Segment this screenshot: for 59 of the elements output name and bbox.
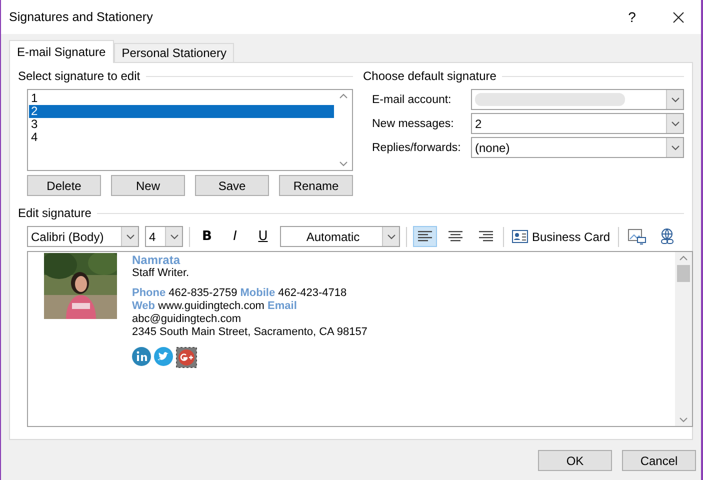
- image-screen-icon: [628, 228, 646, 244]
- dialog-button[interactable]: Rename: [279, 175, 353, 196]
- business-card-button[interactable]: Business Card: [510, 226, 612, 247]
- group-label: Edit signature: [18, 206, 92, 220]
- scroll-up-icon[interactable]: [679, 255, 688, 261]
- group-label: Select signature to edit: [18, 69, 140, 83]
- color-dropdown[interactable]: Automatic: [280, 226, 400, 247]
- format-button[interactable]: I: [224, 226, 246, 247]
- dropdown[interactable]: 2: [471, 113, 684, 134]
- signature-name: Namrata: [132, 253, 182, 267]
- g-plus-icon[interactable]: [176, 347, 197, 368]
- field-label: E-mail account:: [371, 94, 452, 106]
- dialog-button[interactable]: Cancel: [622, 450, 696, 471]
- chevron-down-icon: [126, 234, 134, 240]
- group-label: Choose default signature: [363, 69, 496, 83]
- chevron-down-icon: [170, 234, 178, 240]
- close-icon: [672, 12, 684, 22]
- account-dropdown[interactable]: [471, 89, 684, 110]
- in-circle-icon[interactable]: [132, 347, 151, 366]
- align-center-icon: [448, 231, 462, 242]
- dialog-button[interactable]: OK: [538, 450, 612, 471]
- globe-link-icon: [658, 228, 676, 245]
- dialog-button[interactable]: Save: [195, 175, 269, 196]
- format-button[interactable]: B: [196, 226, 218, 247]
- scroll-down-icon[interactable]: [679, 417, 688, 423]
- align-left-icon: [418, 231, 432, 242]
- align-right-icon: [478, 231, 492, 242]
- field-label: New messages:: [371, 118, 455, 130]
- scroll-down-icon[interactable]: [339, 161, 348, 167]
- chevron-down-icon: [670, 120, 680, 126]
- signature-line: Phone 462-835-2759 Mobile 462-423-4718: [132, 287, 348, 300]
- contact-card-icon: [512, 230, 528, 243]
- signature-role: Staff Writer.: [132, 267, 190, 280]
- align-button[interactable]: [413, 226, 437, 247]
- format-button[interactable]: U: [252, 226, 274, 247]
- signature-list[interactable]: 1 2 3 4: [27, 89, 353, 171]
- dialog-button[interactable]: New: [111, 175, 185, 196]
- signature-line: abc@guidingtech.com: [132, 313, 242, 326]
- list-item[interactable]: 3: [29, 118, 334, 131]
- chevron-down-icon: [386, 234, 396, 240]
- field-label: Replies/forwards:: [371, 142, 462, 154]
- chevron-down-icon: [670, 144, 680, 150]
- dialog-button[interactable]: Delete: [27, 175, 101, 196]
- help-button[interactable]: ?: [609, 0, 655, 34]
- window-title: Signatures and Stationery: [9, 10, 154, 24]
- scroll-up-icon[interactable]: [339, 93, 348, 99]
- chevron-down-icon: [670, 96, 680, 102]
- tab[interactable]: E-mail Signature: [9, 40, 114, 63]
- size-dropdown[interactable]: 4: [145, 226, 183, 247]
- scroll-thumb[interactable]: [677, 265, 690, 282]
- list-item[interactable]: 2: [29, 105, 334, 118]
- font-dropdown[interactable]: Calibri (Body): [27, 226, 139, 247]
- signature-line: 2345 South Main Street, Sacramento, CA 98157: [132, 326, 368, 339]
- dropdown[interactable]: (none): [471, 137, 684, 158]
- signature-editor[interactable]: Namrata Staff Writer. Phone 462-835-2759 Mobile 462-423-4718 Web www.guidingtech.com Email abc@guidingtech.com 2345 South Main Street, Sacramento, CA 98157: [27, 251, 693, 427]
- signature-line: Web www.guidingtech.com Email: [132, 300, 298, 313]
- list-item[interactable]: 4: [29, 131, 334, 144]
- tab[interactable]: Personal Stationery: [114, 43, 234, 63]
- list-item[interactable]: 1: [29, 92, 334, 105]
